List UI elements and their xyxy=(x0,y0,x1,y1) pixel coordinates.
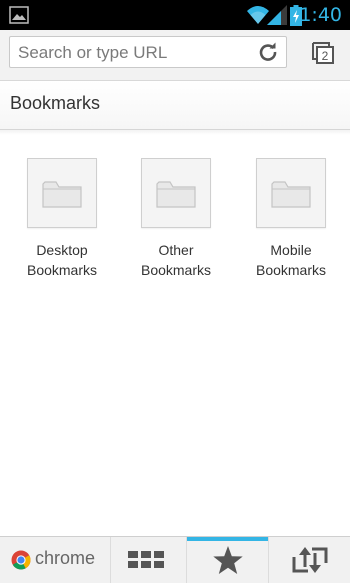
folder-icon xyxy=(156,181,196,208)
omnibox[interactable] xyxy=(9,36,287,68)
history-sync-tab[interactable] xyxy=(268,537,350,583)
folder-icon xyxy=(42,181,82,208)
bookmarks-header: Bookmarks xyxy=(0,81,350,130)
url-input[interactable] xyxy=(18,43,248,63)
folder-label: Desktop Bookmarks xyxy=(26,242,98,278)
star-icon xyxy=(213,546,243,580)
folder-tile xyxy=(27,158,97,228)
folder-other-bookmarks[interactable]: Other Bookmarks xyxy=(131,158,221,280)
image-notification-icon xyxy=(9,6,29,29)
status-bar: 1:40 xyxy=(0,0,350,30)
folder-icon xyxy=(271,181,311,208)
tab-count: 2 xyxy=(322,49,329,63)
bottom-navigation-bar: chrome xyxy=(0,536,350,583)
signal-icon xyxy=(267,5,287,30)
folder-desktop-bookmarks[interactable]: Desktop Bookmarks xyxy=(17,158,107,280)
status-clock: 1:40 xyxy=(299,4,342,26)
screen: 1:40 2 Bookmarks xyxy=(0,0,350,583)
folder-label: Mobile Bookmarks xyxy=(255,242,327,278)
folder-tile xyxy=(141,158,211,228)
tab-switcher-button[interactable]: 2 xyxy=(309,39,339,69)
grid-icon xyxy=(128,551,168,574)
page-title: Bookmarks xyxy=(10,93,101,113)
bookmarks-tab[interactable] xyxy=(186,537,269,583)
folder-tile xyxy=(256,158,326,228)
chrome-logo-icon xyxy=(11,550,31,575)
active-tab-indicator xyxy=(187,537,269,541)
folder-label: Other Bookmarks xyxy=(140,242,212,278)
reload-icon[interactable] xyxy=(258,42,278,67)
sync-arrows-icon xyxy=(292,547,328,578)
chrome-menu-button[interactable]: chrome xyxy=(0,537,110,583)
header-shadow xyxy=(0,129,350,135)
browser-toolbar: 2 xyxy=(0,30,350,81)
wifi-icon xyxy=(247,5,269,30)
chrome-brand-label: chrome xyxy=(35,548,96,568)
folder-mobile-bookmarks[interactable]: Mobile Bookmarks xyxy=(246,158,336,280)
most-visited-tab[interactable] xyxy=(110,537,187,583)
